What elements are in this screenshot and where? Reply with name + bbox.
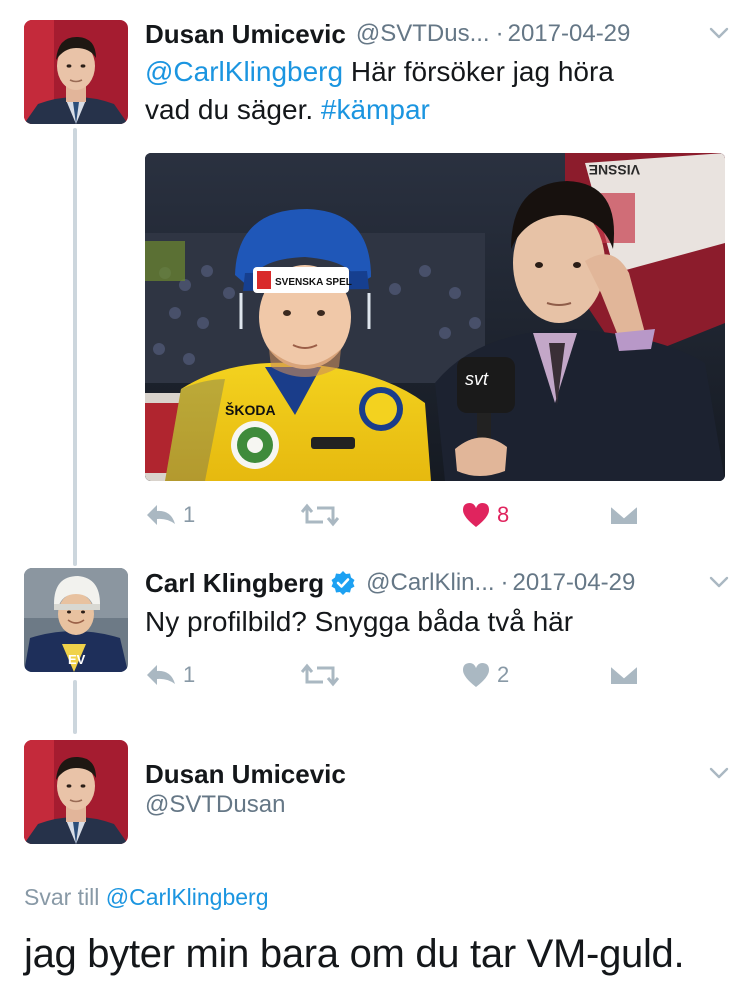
reply-icon [147,665,175,685]
like-count: 2 [497,662,510,687]
heart-icon [463,503,489,527]
helmet-sticker: SVENSKA SPEL [275,277,352,288]
like-button[interactable]: 8 [461,502,509,528]
tweet-text: @CarlKlingberg Här försöker jag höra vad… [145,53,726,129]
dm-icon [609,664,639,686]
jersey-sponsor: ŠKODA [225,401,276,418]
author-handle[interactable]: @SVTDusan [145,791,285,819]
avatar-dusan-image [24,20,128,124]
chevron-down-icon[interactable] [708,571,730,593]
photo-image: VISSNE ŠKODA SVENSKA SPEL svt [145,153,725,481]
mic-label: svt [465,369,489,389]
chevron-down-icon[interactable] [708,762,730,784]
separator-dot: · [500,569,509,596]
tweet-header: Dusan Umicevic @SVTDus... · 2017-04-29 [145,14,730,54]
dm-button[interactable] [609,502,639,528]
tweet-actions: 1 8 [145,502,645,542]
reply-count: 1 [183,502,196,527]
reply-prefix: Svar till [24,884,106,910]
mention-link[interactable]: @CarlKlingberg [145,56,343,87]
avatar-carl-image: EV [24,568,128,672]
thread-connector [73,680,77,734]
hashtag-link[interactable]: #kämpar [321,94,430,125]
retweet-button[interactable] [301,502,339,528]
reply-icon [147,505,175,525]
retweet-icon [301,503,339,527]
author-handle[interactable]: @SVTDus... [356,20,490,48]
focused-tweet-text: jag byter min bara om du tar VM-guld. [24,932,685,976]
verified-badge-icon [331,571,355,595]
banner-text: VISSNE [589,162,640,178]
tweet-text: Ny profilbild? Snygga båda två här [145,606,574,637]
avatar-dusan[interactable] [24,20,128,124]
tweet-text-part: Här försöker jag höra [343,56,614,87]
tweet-date[interactable]: 2017-04-29 [508,20,631,48]
tweet-header: Carl Klingberg @CarlKlin... · 2017-04-29 [145,563,730,603]
tweet-text-part: vad du säger. [145,94,321,125]
reply-context: Svar till @CarlKlingberg [24,884,269,911]
avatar-carl[interactable]: EV [24,568,128,672]
focused-tweet-header: Dusan Umicevic [145,754,730,794]
svg-text:EV: EV [68,652,86,667]
reply-target-link[interactable]: @CarlKlingberg [106,884,269,910]
avatar-dusan-focused[interactable] [24,740,128,844]
like-count: 8 [497,502,510,527]
like-button[interactable]: 2 [461,662,509,688]
author-name[interactable]: Carl Klingberg [145,568,324,599]
dm-icon [609,504,639,526]
retweet-icon [301,663,339,687]
author-handle[interactable]: @CarlKlin... [366,569,494,597]
thread-connector [73,128,77,566]
author-name[interactable]: Dusan Umicevic [145,759,346,790]
dm-button[interactable] [609,662,639,688]
author-name[interactable]: Dusan Umicevic [145,19,346,50]
retweet-button[interactable] [301,662,339,688]
reply-count: 1 [183,662,196,687]
reply-button[interactable]: 1 [145,662,195,688]
chevron-down-icon[interactable] [708,22,730,44]
heart-icon [463,663,489,687]
tweet-actions: 1 2 [145,662,645,702]
reply-button[interactable]: 1 [145,502,195,528]
tweet-photo[interactable]: VISSNE ŠKODA SVENSKA SPEL svt [145,153,725,481]
separator-dot: · [495,20,504,47]
avatar-dusan-image [24,740,128,844]
tweet-date[interactable]: 2017-04-29 [513,569,636,597]
